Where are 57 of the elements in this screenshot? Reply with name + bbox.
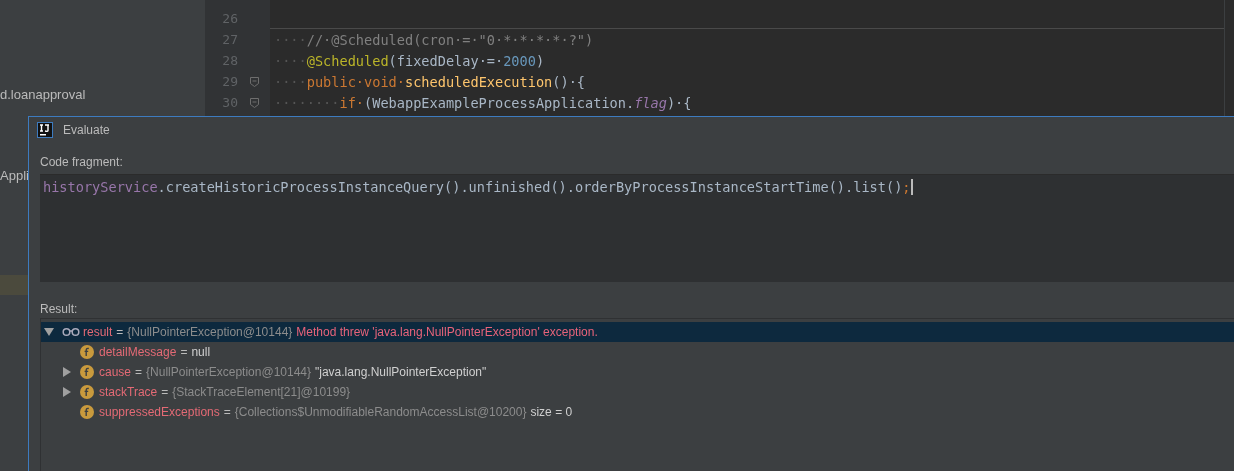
equals-sign: = bbox=[161, 385, 169, 399]
variable-value: {NullPointerException@10144} bbox=[127, 325, 293, 339]
code-token: fixedDelay bbox=[396, 52, 479, 69]
tree-row[interactable]: detailMessage = null bbox=[41, 342, 1234, 362]
code-token: flag bbox=[634, 94, 667, 111]
code-token: if· bbox=[339, 94, 365, 111]
code-token: @Scheduled bbox=[306, 52, 389, 69]
value-note: Method threw 'java.lang.NullPointerException' exception. bbox=[296, 325, 598, 339]
code-fragment-field[interactable]: historyService.createHistoricProcessInstanceQuery().unfinished().orderByProcessInstanceStartTime().list(); bbox=[40, 174, 1234, 282]
code-token: //·@Scheduled(cron·=·"0·*·*·*·*·?") bbox=[306, 31, 594, 48]
equals-sign: = bbox=[116, 325, 124, 339]
field-icon bbox=[80, 345, 94, 359]
dialog-title: Evaluate bbox=[63, 123, 110, 137]
tree-row[interactable]: suppressedExceptions = {Collections$UnmodifiableRandomAccessList@10200} size = 0 bbox=[41, 402, 1234, 422]
variable-value: {StackTraceElement[21]@10199} bbox=[172, 385, 351, 399]
result-label: Result: bbox=[40, 302, 79, 316]
code-token: public·void· bbox=[306, 73, 405, 90]
equals-sign: = bbox=[223, 405, 231, 419]
collapsed-arrow-icon[interactable] bbox=[62, 367, 72, 377]
equals-sign: = bbox=[180, 345, 188, 359]
collapsed-arrow-icon[interactable] bbox=[62, 387, 72, 397]
fold-marker-icon[interactable] bbox=[249, 97, 259, 108]
field-icon bbox=[80, 385, 94, 399]
code-token: 2000 bbox=[503, 52, 536, 69]
code-token: scheduledExecution bbox=[404, 73, 553, 90]
variable-name: detailMessage bbox=[99, 345, 177, 359]
field-icon bbox=[80, 405, 94, 419]
variable-name: suppressedExceptions bbox=[99, 405, 220, 419]
code-token: (WebappExampleProcessApplication. bbox=[364, 94, 635, 111]
code-token: ()·{ bbox=[552, 73, 586, 90]
value-note: "java.lang.NullPointerException" bbox=[315, 365, 487, 379]
tree-row[interactable]: stackTrace = {StackTraceElement[21]@10199} bbox=[41, 382, 1234, 402]
value-note: size = 0 bbox=[530, 405, 573, 419]
code-token: ) bbox=[535, 52, 545, 69]
variable-value: {NullPointerException@10144} bbox=[146, 365, 311, 379]
equals-sign: = bbox=[135, 365, 143, 379]
value-note: null bbox=[191, 345, 211, 359]
code-token: ···· bbox=[274, 31, 307, 48]
variable-value: {Collections$UnmodifiableRandomAccessList@10200} bbox=[234, 405, 527, 419]
fold-marker-icon[interactable] bbox=[249, 76, 259, 87]
glasses-icon bbox=[62, 327, 80, 337]
variable-name: result bbox=[83, 325, 113, 339]
code-token: ···· bbox=[274, 73, 307, 90]
tree-row[interactable]: result = {NullPointerException@10144} Method threw 'java.lang.NullPointerException' exception. bbox=[41, 322, 1234, 342]
code-token: )·{ bbox=[666, 94, 692, 111]
expanded-arrow-icon[interactable] bbox=[44, 327, 54, 337]
sidebar-item[interactable]: d.loanapproval bbox=[0, 84, 205, 104]
code-token: ···· bbox=[274, 52, 307, 69]
tree-row[interactable]: cause = {NullPointerException@10144} "java.lang.NullPointerException" bbox=[41, 362, 1234, 382]
code-token: ( bbox=[388, 52, 397, 69]
code-fragment-label: Code fragment: bbox=[40, 155, 124, 169]
code-token: ········ bbox=[274, 94, 340, 111]
variable-name: cause bbox=[99, 365, 132, 379]
app-logo-icon bbox=[37, 122, 53, 138]
field-icon bbox=[80, 365, 94, 379]
variable-name: stackTrace bbox=[99, 385, 158, 399]
code-token: ·=· bbox=[478, 52, 504, 69]
